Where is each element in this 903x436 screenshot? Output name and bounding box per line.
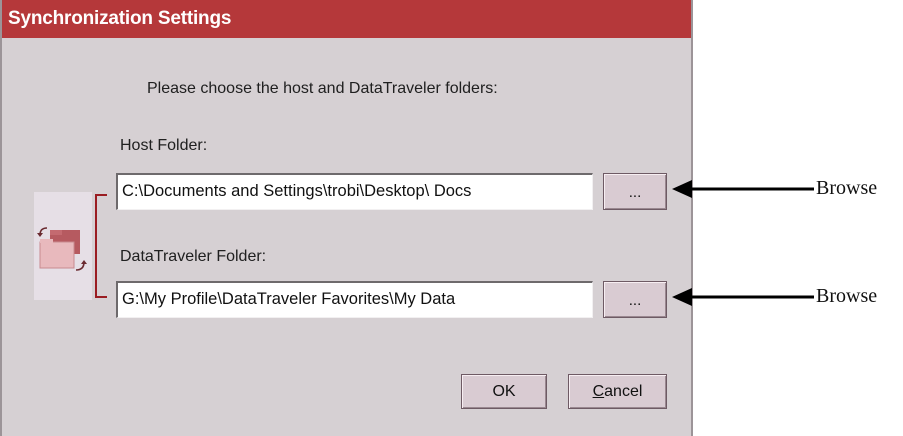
host-folder-browse-button[interactable]: ... — [603, 173, 667, 210]
host-folder-label: Host Folder: — [120, 137, 208, 154]
cancel-button[interactable]: Cancel — [568, 374, 667, 409]
folder-pair-bracket — [95, 194, 107, 298]
sync-settings-dialog: Synchronization Settings Please choose t… — [0, 0, 693, 436]
ok-button[interactable]: OK — [461, 374, 547, 409]
host-folder-input[interactable]: C:\Documents and Settings\trobi\Desktop\… — [116, 173, 593, 210]
cancel-mnemonic: C — [592, 383, 605, 400]
arrow-left-icon — [672, 180, 814, 198]
browse-annotation-1: Browse — [816, 177, 878, 199]
arrow-left-icon — [672, 288, 814, 306]
sync-folders-icon — [37, 227, 87, 271]
instruction-text: Please choose the host and DataTraveler … — [147, 80, 498, 97]
datatraveler-folder-input[interactable]: G:\My Profile\DataTraveler Favorites\My … — [116, 281, 593, 318]
cancel-label-rest: ancel — [604, 383, 643, 400]
browse-annotation-2: Browse — [816, 285, 878, 307]
datatraveler-folder-label: DataTraveler Folder: — [120, 248, 267, 265]
dialog-title: Synchronization Settings — [2, 0, 691, 38]
datatraveler-folder-browse-button[interactable]: ... — [603, 281, 667, 318]
